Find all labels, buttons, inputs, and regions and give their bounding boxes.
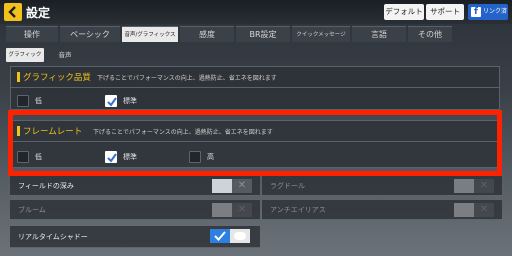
support-button[interactable]: サポート xyxy=(426,4,464,20)
toggle-off-part: ✕ xyxy=(474,179,494,193)
ragdoll-label: ラグドール xyxy=(270,182,305,190)
toggle-on-part xyxy=(454,179,474,193)
facebook-icon: f xyxy=(471,7,481,17)
tab-basic[interactable]: ベーシック xyxy=(60,26,120,42)
toggle-on-part xyxy=(454,203,474,217)
realtime-shadow-row: リアルタイムシャドー xyxy=(10,226,260,248)
toggle-on-part xyxy=(210,229,230,243)
graphics-quality-section: グラフィック品質 下げることでパフォーマンスの向上、過熱防止、省エネを図れます … xyxy=(10,66,500,110)
subtab-graphics[interactable]: グラフィックス xyxy=(6,48,44,72)
graphics-quality-title: グラフィック品質 xyxy=(23,73,91,83)
check-icon xyxy=(214,231,226,241)
top-bar: 設定 デフォルト サポート f リンク済 xyxy=(0,0,512,24)
close-icon: ✕ xyxy=(237,180,247,191)
anti-aliasing-toggle[interactable]: ✕ xyxy=(454,203,494,217)
toggle-off-part: ✕ xyxy=(232,203,252,217)
ragdoll-toggle[interactable]: ✕ xyxy=(454,179,494,193)
anti-aliasing-row: アンチエイリアス ✕ xyxy=(262,200,502,220)
section-accent-bar xyxy=(17,72,20,82)
tab-br-settings[interactable]: BR設定 xyxy=(236,26,290,42)
tab-other[interactable]: その他 xyxy=(408,26,452,42)
tab-audio-graphics[interactable]: 音声/グラフィックス xyxy=(122,26,178,42)
option-label: 標準 xyxy=(123,97,137,105)
toggle-knob xyxy=(234,232,246,240)
subtab-audio[interactable]: 音声 xyxy=(48,48,82,62)
divider xyxy=(11,87,499,88)
tab-controls[interactable]: 操作 xyxy=(6,26,58,42)
depth-of-field-toggle[interactable]: ✕ xyxy=(212,179,252,193)
toggle-on-part xyxy=(212,203,232,217)
bloom-row: ブルーム ✕ xyxy=(10,200,260,220)
graphics-quality-standard[interactable]: 標準 xyxy=(105,95,165,107)
option-label: 低 xyxy=(35,97,42,105)
checkbox-icon xyxy=(17,95,29,107)
graphics-quality-low[interactable]: 低 xyxy=(17,95,77,107)
close-icon: ✕ xyxy=(479,180,489,191)
link-status-label: リンク済 xyxy=(483,8,508,15)
toggle-off-part: ✕ xyxy=(232,179,252,193)
sub-tabs: グラフィックス 音声 xyxy=(6,48,82,72)
depth-of-field-row: フィールドの深み ✕ xyxy=(10,176,260,196)
graphics-quality-description: 下げることでパフォーマンスの向上、過熱防止、省エネを図れます xyxy=(97,75,277,82)
default-button[interactable]: デフォルト xyxy=(384,4,424,20)
back-arrow-icon xyxy=(8,6,16,18)
frame-rate-highlight-box xyxy=(8,110,502,176)
main-tabs: 操作 ベーシック 音声/グラフィックス 感度 BR設定 クイックメッセージ 言語… xyxy=(6,26,452,42)
close-icon: ✕ xyxy=(479,204,489,215)
tab-language[interactable]: 言語 xyxy=(352,26,406,42)
facebook-link-button[interactable]: f リンク済 xyxy=(468,4,508,20)
depth-of-field-label: フィールドの深み xyxy=(18,182,74,190)
tab-quick-message[interactable]: クイックメッセージ xyxy=(292,26,350,42)
tab-sensitivity[interactable]: 感度 xyxy=(180,26,234,42)
realtime-shadow-label: リアルタイムシャドー xyxy=(18,233,88,241)
toggle-on-part xyxy=(212,179,232,193)
close-icon: ✕ xyxy=(237,204,247,215)
bloom-label: ブルーム xyxy=(18,206,46,214)
realtime-shadow-toggle[interactable] xyxy=(210,229,250,243)
checkbox-checked-icon xyxy=(105,95,117,107)
ragdoll-row: ラグドール ✕ xyxy=(262,176,502,196)
page-title: 設定 xyxy=(26,6,51,20)
toggle-off-part: ✕ xyxy=(474,203,494,217)
back-button[interactable] xyxy=(4,3,22,21)
anti-aliasing-label: アンチエイリアス xyxy=(270,206,326,214)
bloom-toggle[interactable]: ✕ xyxy=(212,203,252,217)
